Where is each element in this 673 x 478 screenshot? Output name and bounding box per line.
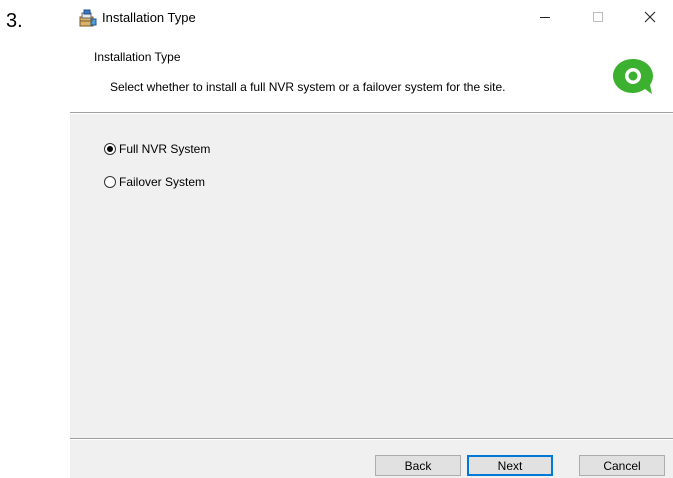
option-label: Full NVR System (119, 142, 211, 156)
header-description: Select whether to install a full NVR sys… (110, 80, 506, 94)
next-button[interactable]: Next (467, 455, 553, 476)
title-bar: Installation Type (70, 0, 673, 38)
dialog-header: Installation Type Select whether to inst… (70, 38, 673, 112)
minimize-icon (539, 10, 551, 28)
option-label: Failover System (119, 175, 206, 189)
back-button[interactable]: Back (375, 455, 461, 476)
maximize-icon (592, 10, 604, 28)
options-panel: Full NVR System Failover System (70, 114, 673, 438)
radio-selected-icon[interactable] (104, 143, 116, 155)
eye-logo-icon (610, 56, 656, 96)
close-icon (644, 10, 656, 28)
installer-window: Installation Type Installation Type Sele… (70, 0, 673, 478)
installer-package-icon (78, 8, 98, 28)
step-number: 3. (6, 10, 23, 32)
dialog-footer: Back Next Cancel (70, 440, 673, 478)
header-title: Installation Type (94, 50, 181, 64)
radio-unselected-icon[interactable] (104, 176, 116, 188)
maximize-button[interactable] (575, 2, 621, 36)
cancel-button[interactable]: Cancel (579, 455, 665, 476)
close-button[interactable] (627, 2, 673, 36)
option-failover-system[interactable]: Failover System (104, 175, 205, 189)
minimize-button[interactable] (522, 2, 568, 36)
window-title: Installation Type (102, 10, 196, 25)
option-full-nvr-system[interactable]: Full NVR System (104, 142, 210, 156)
